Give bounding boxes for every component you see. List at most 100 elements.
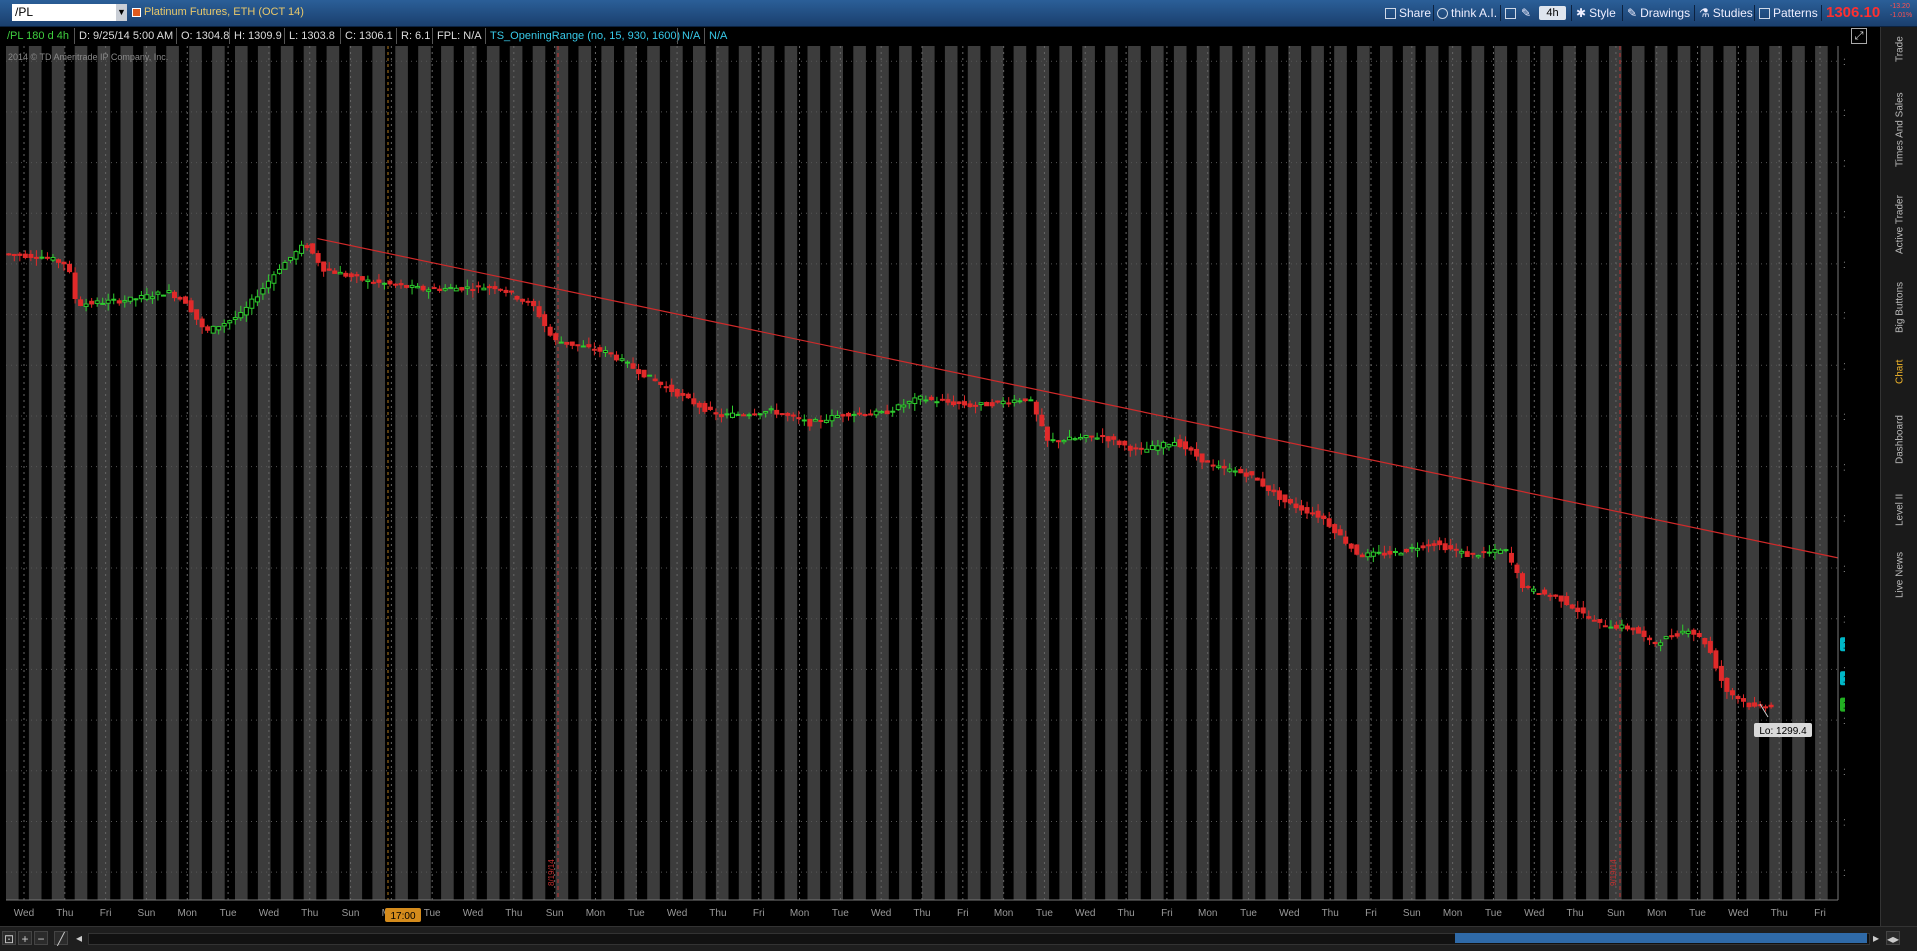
symbol-input[interactable]: /PL xyxy=(12,4,116,21)
time-tick-label: Fri xyxy=(957,908,969,919)
candle-body xyxy=(1183,441,1189,450)
time-tick-label: Wed xyxy=(871,908,891,919)
candle-body xyxy=(1492,549,1498,553)
crosshair-icon xyxy=(1505,7,1516,19)
settings-button[interactable]: ✎ xyxy=(1521,3,1531,23)
price-tick-label: 1360 xyxy=(1843,564,1845,575)
candle-body xyxy=(1669,635,1675,638)
time-tick-label: Tue xyxy=(1240,908,1257,919)
expand-icon[interactable]: ⤢ xyxy=(1851,28,1867,44)
tab-live-news[interactable]: Live News xyxy=(1891,542,1909,607)
style-button[interactable]: ✱ Style xyxy=(1576,3,1616,23)
candle-body xyxy=(299,244,305,254)
candle-body xyxy=(973,404,979,407)
tab-chart[interactable]: Chart xyxy=(1891,352,1909,392)
session-stripe xyxy=(1700,46,1714,900)
session-stripe xyxy=(349,46,363,900)
time-tick-label: Mon xyxy=(1443,908,1462,919)
candle-body xyxy=(575,344,581,347)
patterns-button[interactable]: Patterns xyxy=(1759,3,1818,23)
flask-icon: ⚗ xyxy=(1699,6,1710,20)
candle-body xyxy=(138,294,144,300)
chart-canvas[interactable]: 8/19/149/19/14 1240126012801300132013401… xyxy=(0,46,1876,926)
price-change: -13.20 xyxy=(1890,3,1910,10)
lightbulb-icon xyxy=(1437,7,1448,19)
drawings-button[interactable]: ✎ Drawings xyxy=(1627,3,1690,23)
candle-body xyxy=(1354,544,1360,555)
candle-body xyxy=(613,354,619,361)
tab-dashboard[interactable]: Dashboard xyxy=(1891,402,1909,477)
chart-header: /PL ▼ Platinum Futures, ETH (OCT 14) Sha… xyxy=(0,0,1917,27)
session-stripe xyxy=(28,46,42,900)
studies-button[interactable]: ⚗ Studies xyxy=(1699,3,1753,23)
bar-low: L: 1303.8 xyxy=(284,28,339,44)
candle-body xyxy=(28,253,34,258)
zoom-in-icon[interactable]: + xyxy=(18,931,32,946)
timeframe-selector[interactable]: 4h xyxy=(1539,6,1566,20)
candle-body xyxy=(177,297,183,300)
candle-body xyxy=(1658,642,1664,646)
candle-body xyxy=(901,404,907,408)
candle-body xyxy=(796,417,802,420)
session-stripe xyxy=(1540,46,1553,900)
tab-level-ii[interactable]: Level II xyxy=(1891,487,1909,532)
session-stripe xyxy=(1402,46,1416,900)
candle-body xyxy=(409,284,415,288)
scrollbar-thumb[interactable] xyxy=(1455,933,1867,943)
candle-body xyxy=(1216,465,1222,469)
candle-body xyxy=(1282,494,1288,503)
candle-body xyxy=(149,296,155,300)
time-tick-label: Thu xyxy=(56,908,73,919)
scroll-left-icon[interactable]: ◂ xyxy=(72,931,86,945)
session-stripe xyxy=(1494,46,1508,900)
time-tick-label: Sun xyxy=(342,908,360,919)
price-tick-label: 1400 xyxy=(1843,463,1845,474)
expand-range-icon[interactable]: ◂▸ xyxy=(1886,931,1900,946)
candle-body xyxy=(531,300,537,307)
candle-body xyxy=(757,413,763,416)
candle-body xyxy=(404,284,410,288)
candle-body xyxy=(365,279,371,283)
candle-body xyxy=(1641,630,1647,637)
candle-body xyxy=(232,317,238,320)
right-sidebar: Trade Times And Sales Active Trader Big … xyxy=(1880,27,1917,926)
share-icon xyxy=(1385,7,1396,19)
tab-big-buttons[interactable]: Big Buttons xyxy=(1891,272,1909,342)
think-ai-label: think A.I. xyxy=(1451,6,1498,20)
candle-body xyxy=(1752,702,1758,707)
session-stripe xyxy=(830,46,843,900)
candle-body xyxy=(1497,549,1503,554)
patterns-label: Patterns xyxy=(1773,6,1818,20)
candle-body xyxy=(227,320,233,324)
crosshair-tool-button[interactable] xyxy=(1505,3,1516,23)
tab-times-and-sales[interactable]: Times And Sales xyxy=(1891,82,1909,177)
candle-body xyxy=(1199,453,1205,463)
price-chart[interactable]: 8/19/149/19/14 1240126012801300132013401… xyxy=(0,46,1876,926)
session-stripe xyxy=(1036,46,1050,900)
symbol-dropdown-icon[interactable]: ▼ xyxy=(116,4,127,21)
candle-body xyxy=(713,412,719,415)
candle-body xyxy=(1332,524,1338,534)
candle-body xyxy=(884,410,890,415)
candle-body xyxy=(100,302,106,305)
zoom-out-icon[interactable]: − xyxy=(34,931,48,946)
share-button[interactable]: Share xyxy=(1385,3,1431,23)
candle-body xyxy=(1083,435,1089,439)
candle-body xyxy=(1520,573,1526,588)
time-tick-label: Mon xyxy=(790,908,809,919)
session-stripe xyxy=(51,46,65,900)
candle-body xyxy=(1066,436,1072,441)
candle-body xyxy=(680,393,686,396)
line-tool-icon[interactable]: ╱ xyxy=(54,931,68,946)
scroll-right-icon[interactable]: ▸ xyxy=(1869,931,1883,945)
tab-active-trader[interactable]: Active Trader xyxy=(1891,187,1909,262)
candle-body xyxy=(564,341,570,345)
candle-body xyxy=(1177,439,1183,448)
candle-body xyxy=(359,276,365,281)
study-label[interactable]: TS_OpeningRange (no, 15, 930, 1600) xyxy=(485,28,684,44)
think-ai-button[interactable]: think A.I. xyxy=(1437,3,1497,23)
session-stripe xyxy=(280,46,294,900)
tab-trade[interactable]: Trade xyxy=(1891,27,1909,72)
candle-body xyxy=(1287,499,1293,504)
zoom-box-icon[interactable]: ⊡ xyxy=(2,931,16,946)
